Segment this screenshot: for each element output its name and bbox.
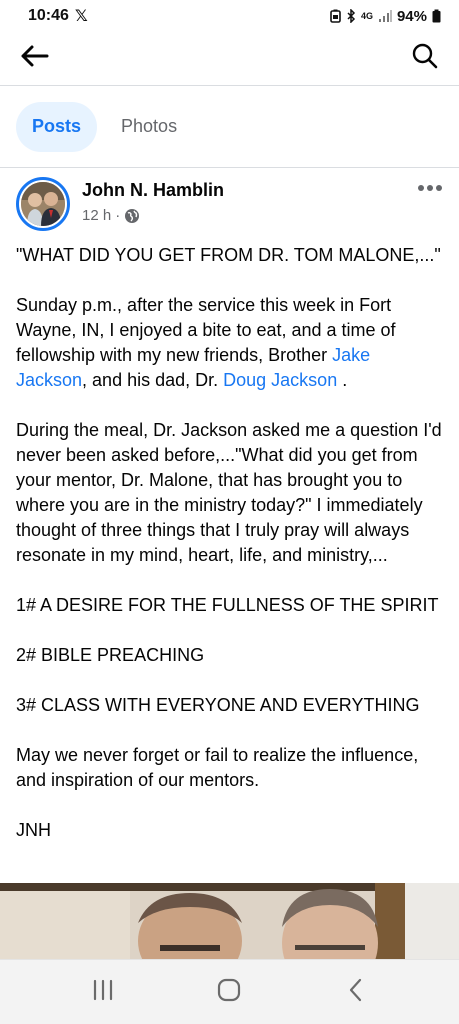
recent-apps-icon: [91, 979, 115, 1006]
app-bar: [0, 32, 459, 86]
post-meta: 12 h ·: [82, 207, 140, 224]
status-right: 4G 94%: [330, 8, 441, 25]
system-nav-bar: [0, 959, 459, 1024]
x-app-icon: 𝕏: [74, 8, 88, 25]
arrow-left-icon: [19, 44, 49, 73]
signal-icon: [378, 9, 392, 23]
home-icon: [216, 977, 242, 1008]
status-left: 10:46 𝕏: [28, 6, 88, 26]
post-paragraph: JNH: [16, 820, 51, 840]
more-horizontal-icon-dot: [436, 185, 442, 191]
system-back-button[interactable]: [326, 967, 386, 1017]
recent-apps-button[interactable]: [73, 967, 133, 1017]
profile-tabs: Posts Photos: [0, 86, 459, 168]
back-chevron-icon: [347, 977, 365, 1008]
post-author[interactable]: John N. Hamblin: [82, 180, 224, 201]
post-paragraph: 3# CLASS WITH EVERYONE AND EVERYTHING: [16, 695, 420, 715]
back-button[interactable]: [16, 41, 52, 77]
search-icon: [411, 42, 439, 75]
search-button[interactable]: [407, 41, 443, 77]
more-options-button[interactable]: [415, 178, 445, 198]
tab-photos[interactable]: Photos: [105, 102, 193, 152]
post-paragraph: "WHAT DID YOU GET FROM DR. TOM MALONE,..…: [16, 245, 441, 265]
battery-icon: [432, 9, 441, 23]
post-time[interactable]: 12 h: [82, 207, 111, 224]
avatar-photo: [21, 182, 65, 226]
post-paragraph: May we never forget or fail to realize t…: [16, 745, 419, 790]
globe-icon: [124, 208, 140, 224]
meta-separator: ·: [115, 207, 121, 224]
tab-posts[interactable]: Posts: [16, 101, 98, 152]
post-paragraph: Sunday p.m., after the service this week…: [16, 293, 446, 393]
post-text-segment: .: [337, 370, 348, 390]
more-horizontal-icon-dot: [418, 185, 424, 191]
post-paragraph: 1# A DESIRE FOR THE FULLNESS OF THE SPIR…: [16, 595, 439, 615]
status-time: 10:46: [28, 7, 69, 24]
post-photo[interactable]: [0, 883, 459, 959]
post-text-segment: , and his dad, Dr.: [82, 370, 224, 390]
battery-percent: 94%: [396, 7, 427, 25]
avatar[interactable]: [16, 177, 70, 231]
post-header: John N. Hamblin 12 h ·: [0, 168, 459, 238]
home-button[interactable]: [199, 967, 259, 1017]
more-horizontal-icon-dot: [427, 185, 433, 191]
post-paragraph: 2# BIBLE PREACHING: [16, 645, 205, 665]
network-type-label: 4G: [360, 10, 373, 21]
battery-saver-icon: [330, 9, 341, 23]
network-type-icon: 4G: [360, 10, 373, 21]
post-paragraph: During the meal, Dr. Jackson asked me a …: [16, 420, 442, 565]
bluetooth-icon: [346, 9, 356, 23]
mention-link-doug-jackson[interactable]: Doug Jackson: [223, 370, 337, 390]
status-bar: 10:46 𝕏 4G 94%: [0, 0, 459, 32]
post-text: "WHAT DID YOU GET FROM DR. TOM MALONE,..…: [16, 243, 446, 868]
